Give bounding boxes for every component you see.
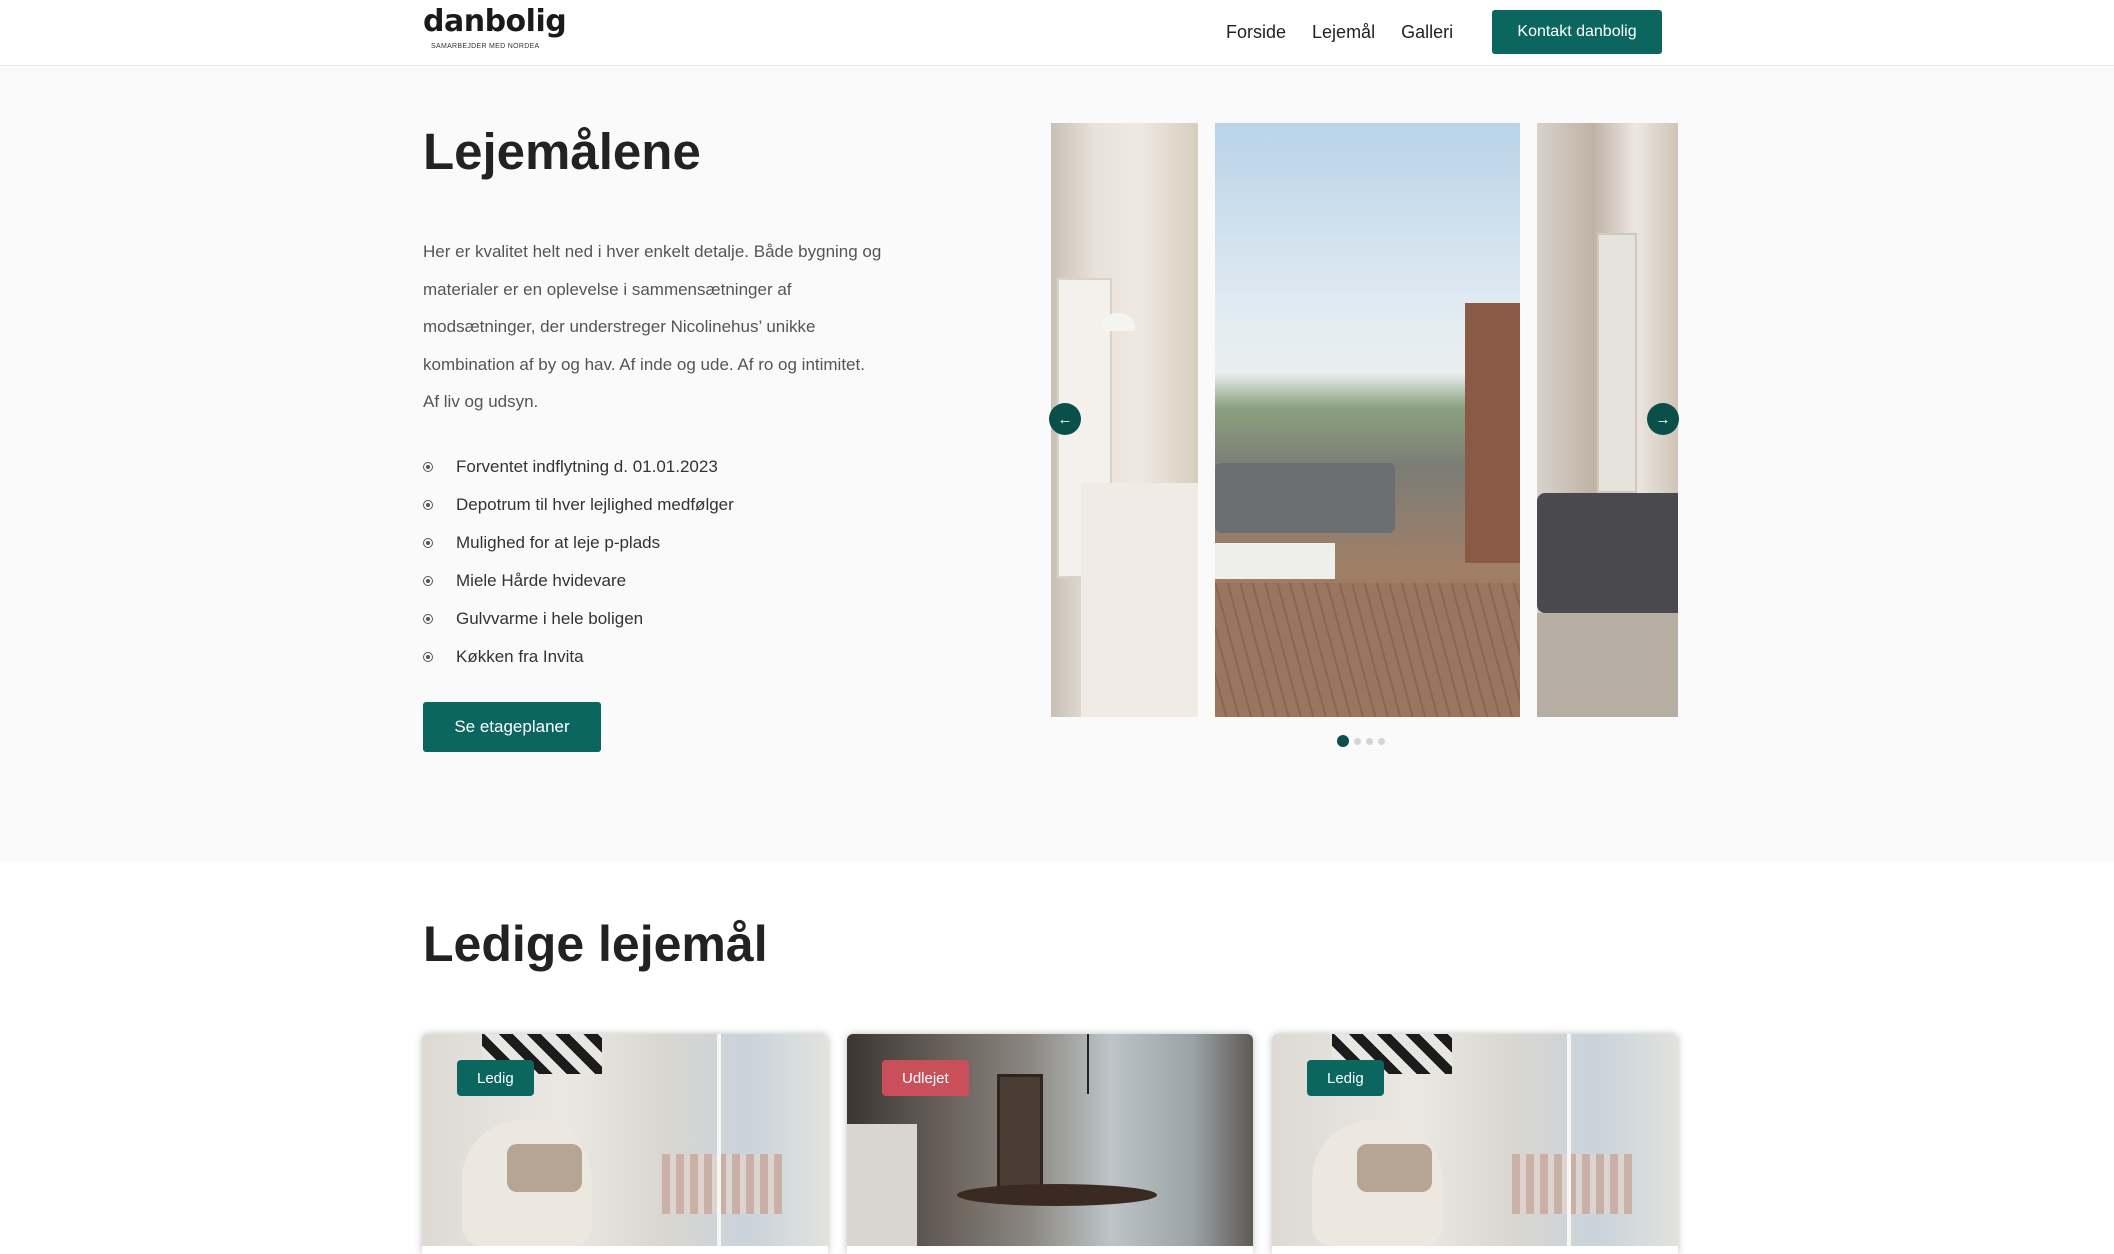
city-view-shape: [1512, 1154, 1632, 1214]
cushion-shape: [507, 1144, 582, 1192]
danbolig-logo[interactable]: danbolig SAMARBEJDER MED NORDEA: [423, 4, 567, 50]
status-badge: Udlejet: [882, 1060, 969, 1096]
kitchen-shape: [847, 1124, 917, 1246]
feature-item: Mulighed for at leje p-plads: [423, 524, 734, 562]
bullet-icon: [423, 538, 433, 548]
feature-item: Gulvvarme i hele boligen: [423, 600, 734, 638]
logo-wordmark: danbolig: [423, 4, 567, 39]
feature-text: Mulighed for at leje p-plads: [456, 533, 661, 552]
dining-table-shape: [957, 1184, 1157, 1206]
feature-text: Køkken fra Invita: [456, 647, 584, 666]
arrow-right-icon: →: [1655, 410, 1671, 428]
listing-card[interactable]: Ledig: [422, 1034, 828, 1254]
contact-danbolig-button[interactable]: Kontakt danbolig: [1492, 10, 1662, 54]
slide-rug-shape: [1537, 613, 1678, 717]
slide-table-shape: [1215, 543, 1335, 579]
feature-text: Gulvvarme i hele boligen: [456, 609, 644, 628]
bullet-icon: [423, 500, 433, 510]
feature-text: Miele Hårde hvidevare: [456, 571, 627, 590]
window-frame-shape: [1567, 1034, 1571, 1246]
feature-list: Forventet indflytning d. 01.01.2023 Depo…: [423, 448, 734, 676]
feature-item: Depotrum til hver lejlighed medfølger: [423, 486, 734, 524]
bullet-icon: [423, 652, 433, 662]
logo-tagline: SAMARBEJDER MED NORDEA: [431, 43, 540, 50]
floor-plans-button[interactable]: Se etageplaner: [423, 702, 601, 752]
slide-bed-shape: [1537, 493, 1678, 613]
feature-item: Miele Hårde hvidevare: [423, 562, 734, 600]
status-badge: Ledig: [457, 1060, 534, 1096]
carousel-next-button[interactable]: →: [1647, 403, 1679, 435]
slide-sofa-shape: [1215, 463, 1395, 533]
slide-lamp-shape: [1101, 313, 1135, 331]
feature-text: Forventet indflytning d. 01.01.2023: [456, 457, 718, 476]
intro-title: Lejemålene: [423, 123, 701, 180]
nav-link-forside[interactable]: Forside: [1226, 20, 1286, 44]
slide-deck-shape: [1215, 583, 1520, 717]
nav-link-lejemaal[interactable]: Lejemål: [1312, 20, 1375, 44]
listing-card[interactable]: Udlejet: [847, 1034, 1253, 1254]
slide-window-shape: [1597, 233, 1637, 493]
slide-counter-shape: [1081, 483, 1198, 717]
feature-item: Køkken fra Invita: [423, 638, 734, 676]
carousel-dot-3[interactable]: [1366, 737, 1373, 745]
status-badge: Ledig: [1307, 1060, 1384, 1096]
listing-card[interactable]: Ledig: [1272, 1034, 1678, 1254]
carousel-prev-button[interactable]: ←: [1049, 403, 1081, 435]
listings-title: Ledige lejemål: [423, 916, 768, 972]
city-view-shape: [662, 1154, 782, 1214]
carousel-dot-1[interactable]: [1337, 735, 1349, 747]
cushion-shape: [1357, 1144, 1432, 1192]
pendant-lamp-shape: [1087, 1034, 1089, 1094]
bullet-icon: [423, 462, 433, 472]
arrow-left-icon: ←: [1057, 410, 1073, 428]
main-nav: Forside Lejemål Galleri: [1226, 20, 1453, 44]
slide-brick-wall-shape: [1465, 303, 1520, 563]
window-frame-shape: [717, 1034, 721, 1246]
carousel-dot-4[interactable]: [1378, 737, 1385, 745]
carousel-pagination: [1337, 735, 1385, 747]
carousel-slide-terrace[interactable]: [1215, 123, 1520, 717]
nav-link-galleri[interactable]: Galleri: [1401, 20, 1453, 44]
carousel-dot-2[interactable]: [1354, 737, 1361, 745]
site-header: danbolig SAMARBEJDER MED NORDEA Forside …: [0, 0, 2114, 66]
feature-text: Depotrum til hver lejlighed medfølger: [456, 495, 734, 514]
bullet-icon: [423, 614, 433, 624]
intro-description: Her er kvalitet helt ned i hver enkelt d…: [423, 242, 882, 411]
feature-item: Forventet indflytning d. 01.01.2023: [423, 448, 734, 486]
bullet-icon: [423, 576, 433, 586]
